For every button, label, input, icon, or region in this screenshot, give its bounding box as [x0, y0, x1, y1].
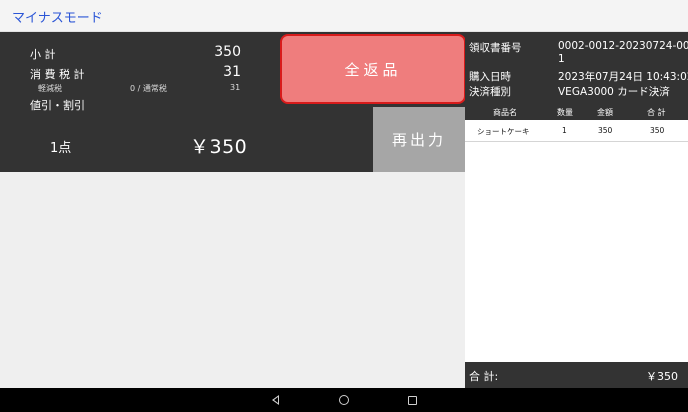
- subtotal-value: 350: [214, 44, 241, 60]
- tax-label: 消 費 税 計: [30, 68, 85, 81]
- cell-total: 350: [650, 126, 665, 135]
- normal-tax-value: 31: [230, 83, 241, 92]
- receipt-number-value: 0002-0012-20230724-000: [558, 40, 688, 52]
- items-table[interactable]: ショートケーキ 1 350 350: [465, 120, 688, 362]
- recents-icon[interactable]: [404, 392, 420, 408]
- back-icon[interactable]: [268, 392, 284, 408]
- col-header-amount: 金額: [597, 108, 613, 117]
- mode-title: マイナスモード: [12, 11, 103, 26]
- top-bar: マイナスモード: [0, 0, 688, 32]
- table-row[interactable]: ショートケーキ 1 350 350: [465, 120, 688, 142]
- cell-amount: 350: [598, 126, 613, 135]
- subtotal-label: 小 計: [30, 48, 56, 61]
- reduced-tax-value: 0 / 通常税: [130, 84, 167, 93]
- purchase-date-value: 2023年07月24日 10:43:02: [558, 71, 688, 83]
- item-count: 1点: [50, 141, 72, 156]
- col-header-quantity: 数量: [557, 108, 573, 117]
- col-header-total: 合 計: [647, 108, 666, 117]
- home-icon[interactable]: [336, 392, 352, 408]
- footer-total-label: 合 計:: [469, 370, 499, 383]
- total-amount: ￥350: [190, 136, 248, 158]
- purchase-date-label: 購入日時: [469, 71, 511, 83]
- col-header-product: 商品名: [493, 108, 517, 117]
- cell-quantity: 1: [562, 126, 567, 135]
- receipt-info: 領収書番号 0002-0012-20230724-000 1 購入日時 2023…: [465, 32, 688, 112]
- payment-type-label: 決済種別: [469, 86, 511, 98]
- android-nav-bar: [0, 388, 688, 412]
- reprint-button[interactable]: 再出力: [373, 107, 465, 172]
- tax-value: 31: [223, 64, 241, 80]
- reduced-tax-label: 軽減税: [38, 84, 62, 93]
- cell-product: ショートケーキ: [477, 127, 530, 136]
- payment-type-value: VEGA3000 カード決済: [558, 86, 670, 98]
- receipt-number-value-cont: 1: [558, 53, 565, 65]
- receipt-number-label: 領収書番号: [469, 42, 522, 54]
- items-table-header: 商品名 数量 金額 合 計: [465, 104, 688, 120]
- full-return-button[interactable]: 全返品: [280, 34, 466, 104]
- footer-total-bar: 合 計: ￥350: [465, 362, 688, 388]
- discount-label: 値引・割引: [30, 99, 85, 112]
- footer-total-value: ￥350: [646, 370, 678, 383]
